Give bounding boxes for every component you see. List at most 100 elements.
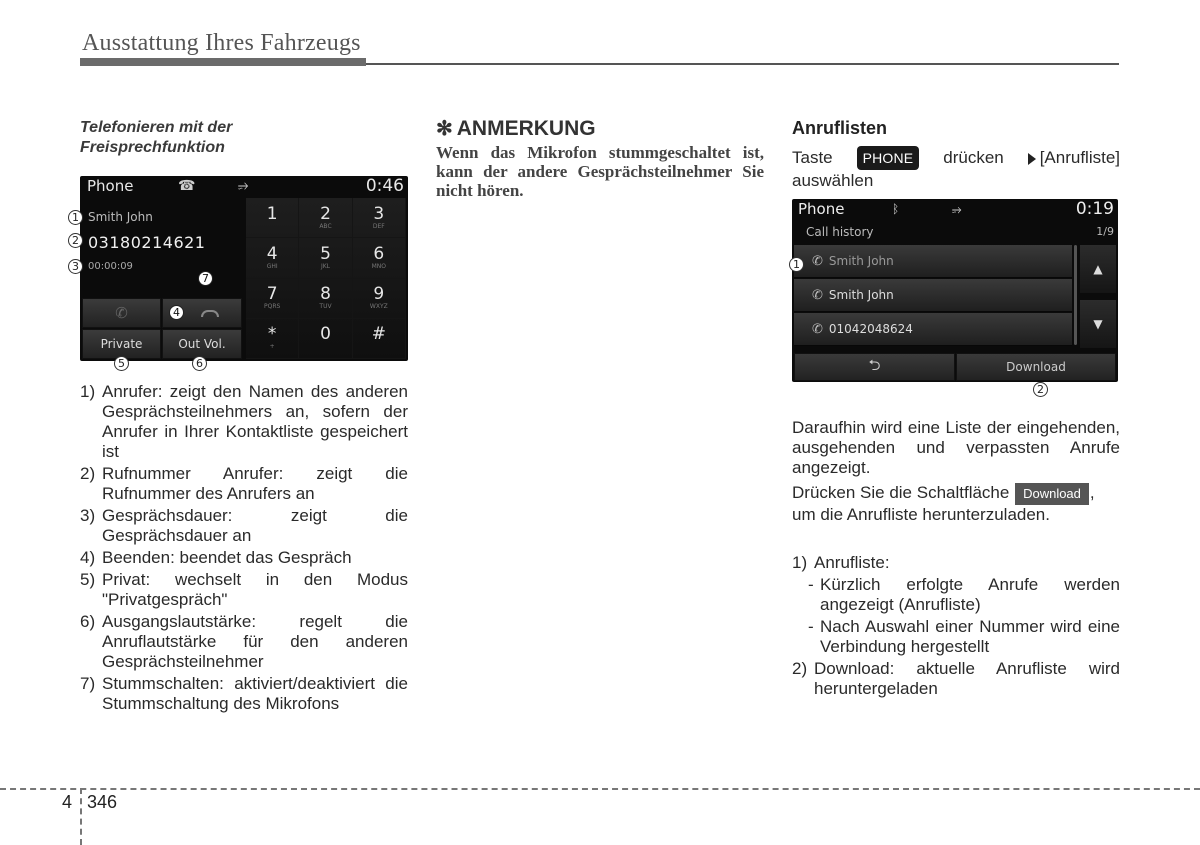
subtitle-line: Telefonieren mit der [80,119,233,136]
key-digit: * [267,324,277,345]
list-header: Call history 1/9 [792,221,1118,243]
callout-5: 5 [114,356,129,371]
scrollbar[interactable] [1074,245,1077,345]
key-digit: 4 [266,243,278,264]
keypad-key[interactable]: 3 DEF [352,198,406,239]
call-duration: 00:00:09 [88,261,133,272]
punctuation: , [1089,483,1095,502]
back-button[interactable]: ⮌ [794,353,955,381]
keypad-key[interactable]: 7 PQRS [246,278,300,319]
item-text: Rufnummer Anrufer: zeigt die Rufnummer d… [102,464,408,503]
private-button[interactable]: Private [82,329,161,359]
out-volume-button[interactable]: Out Vol. [162,329,242,359]
caller-number: 03180214621 [88,233,206,252]
instruction-text: Taste [792,148,833,167]
item-number: 1) [792,553,808,572]
item-text: Kürzlich erfolgte Anrufe werden angezeig… [820,575,1120,614]
list-item: 6) Ausgangslautstärke: regelt die Anrufla… [80,612,408,672]
header-rule [366,63,1119,65]
footer-divider [80,788,82,845]
keypad-key[interactable]: 4 GHI [246,238,300,279]
page-header: Ausstattung Ihres Fahrzeugs [82,30,361,57]
asterisk-icon: ✻ [436,118,453,140]
key-letters: DEF [372,222,385,230]
row-label: Smith John [828,288,894,302]
triangle-down-icon: ▼ [1093,317,1103,331]
callout-3: 3 [68,259,83,274]
sub-list-item: - Nach Auswahl einer Nummer wird eine Ve… [808,617,1120,656]
key-digit: 8 [320,284,331,305]
keypad-key[interactable]: 1 [246,198,300,239]
item-text: Ausgangslautstärke: regelt die Anruflaut… [102,612,408,671]
incoming-call-icon: ✆ [812,287,823,303]
list-item: 4) Beenden: beendet das Gespräch [80,548,408,568]
call-history-row[interactable]: ✆ Smith John [794,279,1072,312]
page-number: 346 [87,792,118,812]
right-legend-list: 1) Anrufliste: - Kürzlich erfolgte Anruf… [792,553,1120,701]
outgoing-call-icon: ✆ [812,253,823,269]
list-item: 1) Anrufer: zeigt den Namen des anderen G… [80,382,408,462]
keypad-key[interactable]: 9 WXYZ [352,278,406,319]
keypad-key[interactable]: 6 MNO [352,238,406,279]
item-number: 6) [80,612,96,631]
instruction-text: Drücken Sie die Schaltfläche [792,483,1010,502]
app-title: Phone [798,200,845,218]
scroll-up-button[interactable]: ▲ [1080,245,1116,293]
key-digit: 2 [320,203,331,224]
key-digit: 7 [266,284,278,305]
item-text: Privat: wechselt in den Modus "Privatges… [102,570,408,609]
keypad-key[interactable]: * + [246,318,300,359]
call-history-row[interactable]: ✆ 01042048624 [794,313,1072,346]
download-badge: Download [1015,483,1089,505]
key-letters: ABC [319,222,332,230]
list-item: 2) Download: aktuelle Anrufliste wird he… [792,659,1120,699]
accept-call-button[interactable]: ✆ [82,298,161,328]
left-legend-list: 1) Anrufer: zeigt den Namen des anderen G… [80,382,408,716]
key-letters: GHI [266,262,278,270]
note-heading: ✻ ANMERKUNG [436,116,596,141]
download-button[interactable]: Download [956,353,1116,381]
note-text: Wenn das Mikrofon stummgeschaltet ist, k… [436,143,764,200]
section-title: Anruflisten [792,118,888,138]
phone-icon: ✆ [115,304,128,322]
callout-6: 6 [192,356,207,371]
call-history-row[interactable]: ✆ Smith John [794,245,1072,278]
list-item: 7) Stummschalten: aktiviert/deaktiviert d… [80,674,408,714]
call-history-screen: Phone ᛒ ⭌ 0:19 Call history 1/9 ✆ Smith … [792,199,1118,382]
dial-keypad: 1 2 ABC 3 DEF 4 GHI 5 JKL 6 MNO 7 PQRS 8 TUV 9 WXYZ * +0 # [246,198,406,359]
active-call-screen: Phone ☎ ⭌ 0:46 Smith John 03180214621 00… [80,176,408,361]
instruction: Taste PHONE drücken [Anrufliste] auswähl… [792,146,1120,192]
item-text: Gesprächsdauer: zeigt die Gesprächsdauer… [102,506,408,545]
page-indicator: 1/9 [1096,225,1114,238]
keypad-key[interactable]: 0 [299,318,353,359]
keypad-key[interactable]: # [352,318,406,359]
keypad-key[interactable]: 2 ABC [299,198,353,239]
keypad-key[interactable]: 5 JKL [299,238,353,279]
callout-2: 2 [68,233,83,248]
clock: 0:19 [1075,199,1114,219]
scroll-down-button[interactable]: ▼ [1080,300,1116,348]
subtitle-line: Freisprechfunktion [80,139,225,156]
item-number: 5) [80,570,96,589]
key-digit: 9 [373,284,385,305]
usb-icon: ⭌ [952,202,962,216]
key-letters: PQRS [264,303,281,311]
item-text: Stummschalten: aktiviert/deaktiviert die… [102,674,408,713]
phone-key-badge: PHONE [856,146,920,170]
list-item: 1) Anrufliste: [792,553,1120,573]
callout-1: 1 [789,257,804,272]
keypad-key[interactable]: 8 TUV [299,278,353,319]
triangle-up-icon: ▲ [1093,262,1103,276]
key-letters: + [269,343,275,351]
download-instruction: Drücken Sie die Schaltfläche Download, u… [792,483,1120,525]
bluetooth-icon: ᛒ [892,202,900,216]
arrow-right-icon [1027,152,1036,165]
instruction-text: drücken [943,148,1004,167]
item-number: 4) [80,548,96,567]
status-bar: Phone ᛒ ⭌ 0:19 [792,199,1118,221]
sub-list-item: - Kürzlich erfolgte Anrufe werden angeze… [808,575,1120,614]
list-title: Call history [806,225,874,239]
key-digit: 0 [320,324,331,345]
item-text: Beenden: beendet das Gespräch [102,548,352,567]
key-digit: 5 [320,243,331,264]
